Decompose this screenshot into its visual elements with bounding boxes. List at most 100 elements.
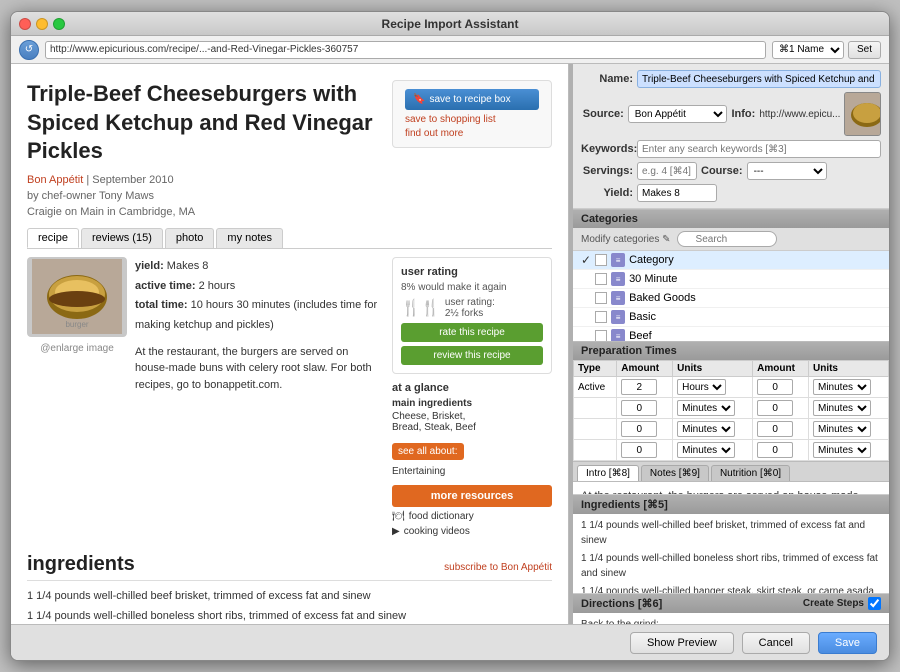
ingredient-item: 1 1/4 pounds well-chilled beef brisket, …	[27, 587, 552, 607]
create-steps: Create Steps	[803, 597, 881, 610]
prep-amount1-4[interactable]	[621, 442, 657, 458]
prep-units2-1[interactable]: Minutes	[813, 379, 871, 395]
ing-line-1: 1 1/4 pounds well-chilled beef brisket, …	[581, 518, 881, 548]
tab-notes[interactable]: Notes [⌘9]	[641, 465, 709, 481]
category-search-wrapper: 🔍	[677, 231, 777, 247]
food-dictionary-link[interactable]: 🍽 food dictionary	[392, 511, 552, 522]
category-item-baked[interactable]: ✓ ≡ Baked Goods	[573, 289, 889, 308]
cat-checkbox-4[interactable]	[595, 311, 607, 323]
user-rating-box: user rating 8% would make it again 🍴🍴 us…	[392, 257, 552, 374]
category-item-beef[interactable]: ✓ ≡ Beef	[573, 327, 889, 341]
maximize-button[interactable]	[53, 18, 65, 30]
yield-input[interactable]	[637, 184, 717, 202]
close-button[interactable]	[19, 18, 31, 30]
find-out-more-link[interactable]: find out more	[405, 128, 463, 139]
prep-times-table: Type Amount Units Amount Units Active Ho…	[573, 360, 889, 461]
create-steps-checkbox[interactable]	[868, 597, 881, 610]
categories-header: Categories	[573, 210, 889, 228]
prep-amount2-1[interactable]	[757, 379, 793, 395]
info-label: Info:	[731, 108, 755, 120]
subscribe-link[interactable]: subscribe to Bon Appétit	[444, 562, 552, 573]
back-button[interactable]: ↺	[19, 40, 39, 60]
yield-label: yield:	[135, 260, 164, 272]
prep-units2-3[interactable]: Minutes	[813, 421, 871, 437]
more-resources-box: more resources	[392, 485, 552, 507]
recipe-byline: Bon Appétit | September 2010	[27, 174, 552, 186]
url-input[interactable]	[45, 41, 766, 59]
enlarge-link[interactable]: @enlarge image	[27, 343, 127, 354]
show-preview-button[interactable]: Show Preview	[630, 632, 734, 654]
recipe-image: burger	[27, 257, 127, 337]
servings-input[interactable]	[637, 162, 697, 180]
tab-nutrition[interactable]: Nutrition [⌘0]	[711, 465, 790, 481]
cancel-button[interactable]: Cancel	[742, 632, 810, 654]
main-ingredients: Cheese, Brisket,Bread, Steak, Beef	[392, 411, 552, 433]
prep-units1-1[interactable]: Hours	[677, 379, 726, 395]
active-time-label: active time:	[135, 280, 196, 292]
source-link[interactable]: Bon Appétit	[27, 174, 83, 186]
save-shopping-link[interactable]: save to shopping list	[405, 114, 539, 125]
see-all-button[interactable]: see all about:	[392, 443, 464, 460]
tab-photo[interactable]: photo	[165, 228, 215, 248]
cat-checkbox-3[interactable]	[595, 292, 607, 304]
directions-section: Directions [⌘6] Create Steps Back to the…	[573, 594, 889, 624]
category-item-basic[interactable]: ✓ ≡ Basic	[573, 308, 889, 327]
tab-recipe[interactable]: recipe	[27, 228, 79, 248]
prep-amount2-3[interactable]	[757, 421, 793, 437]
review-recipe-button[interactable]: review this recipe	[401, 346, 543, 365]
col-type: Type	[574, 361, 617, 377]
minimize-button[interactable]	[36, 18, 48, 30]
cat-checkbox-2[interactable]	[595, 273, 607, 285]
prep-amount2-4[interactable]	[757, 442, 793, 458]
keywords-input[interactable]	[637, 140, 881, 158]
ingredients-right-header: Ingredients [⌘5]	[573, 495, 889, 514]
cat-checkbox-5[interactable]	[595, 330, 607, 341]
prep-amount1-1[interactable]	[621, 379, 657, 395]
prep-units1-2[interactable]: Minutes	[677, 400, 735, 416]
category-item-30min[interactable]: ✓ ≡ 30 Minute	[573, 270, 889, 289]
cat-icon-3: ≡	[611, 291, 625, 305]
course-select[interactable]: ---	[747, 162, 827, 180]
ingredient-list: 1 1/4 pounds well-chilled beef brisket, …	[27, 587, 552, 624]
recipe-left: burger @enlarge image yield: Makes 8 act…	[27, 257, 380, 537]
save-button[interactable]: Save	[818, 632, 877, 654]
window-title: Recipe Import Assistant	[382, 17, 519, 31]
ingredient-item: 1 1/4 pounds well-chilled boneless short…	[27, 607, 552, 624]
right-panel: Name: Source: Bon Appétit Info: http://w…	[573, 64, 889, 624]
prep-units2-4[interactable]: Minutes	[813, 442, 871, 458]
tab-my-notes[interactable]: my notes	[216, 228, 283, 248]
prep-amount2-2[interactable]	[757, 400, 793, 416]
prep-units1-3[interactable]: Minutes	[677, 421, 735, 437]
prep-units2-2[interactable]: Minutes	[813, 400, 871, 416]
category-item-category[interactable]: ✓ ≡ Category	[573, 251, 889, 270]
tab-reviews[interactable]: reviews (15)	[81, 228, 163, 248]
course-label: Course:	[701, 165, 743, 177]
category-label: Category	[629, 254, 674, 266]
prep-amount1-2[interactable]	[621, 400, 657, 416]
category-search-input[interactable]	[677, 231, 777, 247]
title-bar: Recipe Import Assistant	[11, 12, 889, 36]
save-recipe-button[interactable]: 🔖 save to recipe box	[405, 89, 539, 110]
name-select[interactable]: ⌘1 Name	[772, 41, 844, 59]
keywords-label: Keywords:	[581, 143, 633, 155]
active-time-value: 2 hours	[199, 280, 236, 292]
cat-checkbox[interactable]	[595, 254, 607, 266]
prep-times-header: Preparation Times	[573, 342, 889, 360]
source-label: Source:	[581, 108, 624, 120]
cat-icon-5: ≡	[611, 329, 625, 341]
video-icon: ▶	[392, 526, 400, 537]
cooking-videos-link[interactable]: ▶ cooking videos	[392, 526, 552, 537]
name-input[interactable]	[637, 70, 881, 88]
source-info-row: Source: Bon Appétit Info: http://www.epi…	[581, 92, 881, 136]
intro-text: At the restaurant, the burgers are serve…	[573, 482, 889, 495]
source-select[interactable]: Bon Appétit	[628, 105, 728, 123]
prep-units1-4[interactable]: Minutes	[677, 442, 735, 458]
prep-amount1-3[interactable]	[621, 421, 657, 437]
modify-categories-button[interactable]: Modify categories ✎	[581, 234, 671, 245]
set-button[interactable]: Set	[848, 41, 881, 59]
category-label-4: Basic	[629, 311, 656, 323]
category-label-3: Baked Goods	[629, 292, 696, 304]
at-glance: at a glance main ingredients Cheese, Bri…	[392, 382, 552, 537]
tab-intro[interactable]: Intro [⌘8]	[577, 465, 639, 481]
rate-recipe-button[interactable]: rate this recipe	[401, 323, 543, 342]
